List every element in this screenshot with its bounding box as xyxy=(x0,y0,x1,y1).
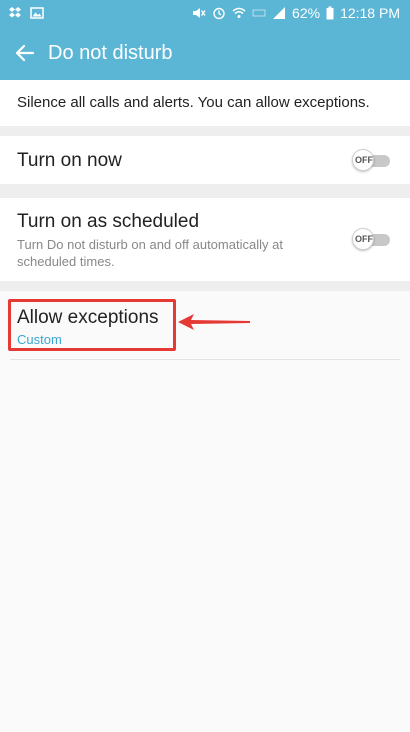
signal-icon xyxy=(272,6,286,20)
description-panel: Silence all calls and alerts. You can al… xyxy=(0,80,410,126)
turn-on-scheduled-label: Turn on as scheduled xyxy=(17,211,200,232)
turn-on-scheduled-row[interactable]: Turn on as scheduled Turn Do not disturb… xyxy=(0,198,410,281)
image-icon xyxy=(30,6,44,20)
description-text: Silence all calls and alerts. You can al… xyxy=(17,94,370,111)
alarm-icon xyxy=(212,6,226,20)
wifi-icon xyxy=(232,6,246,20)
annotation-highlight-box xyxy=(8,299,176,351)
page-title: Do not disturb xyxy=(48,42,173,64)
turn-on-now-row[interactable]: Turn on now OFF xyxy=(0,136,410,184)
status-time: 12:18 PM xyxy=(340,5,400,21)
mute-icon xyxy=(192,6,206,20)
dropbox-icon xyxy=(8,6,22,20)
list-divider xyxy=(10,359,400,360)
battery-icon xyxy=(326,6,334,20)
toggle-state-label: OFF xyxy=(355,155,373,165)
turn-on-scheduled-toggle[interactable]: OFF xyxy=(352,228,390,250)
section-divider xyxy=(0,281,410,291)
toggle-state-label: OFF xyxy=(355,234,373,244)
turn-on-now-toggle[interactable]: OFF xyxy=(352,149,390,171)
turn-on-scheduled-subtitle: Turn Do not disturb on and off automatic… xyxy=(17,237,283,269)
app-bar: Do not disturb xyxy=(0,28,410,80)
section-divider xyxy=(0,184,410,198)
turn-on-now-label: Turn on now xyxy=(17,150,122,171)
battery-percent: 62% xyxy=(292,5,321,21)
status-bar: 62% 12:18 PM xyxy=(0,0,410,28)
section-divider xyxy=(0,126,410,136)
annotation-arrow-icon xyxy=(176,311,252,333)
hd-icon xyxy=(252,6,266,20)
arrow-back-icon[interactable] xyxy=(12,40,38,66)
